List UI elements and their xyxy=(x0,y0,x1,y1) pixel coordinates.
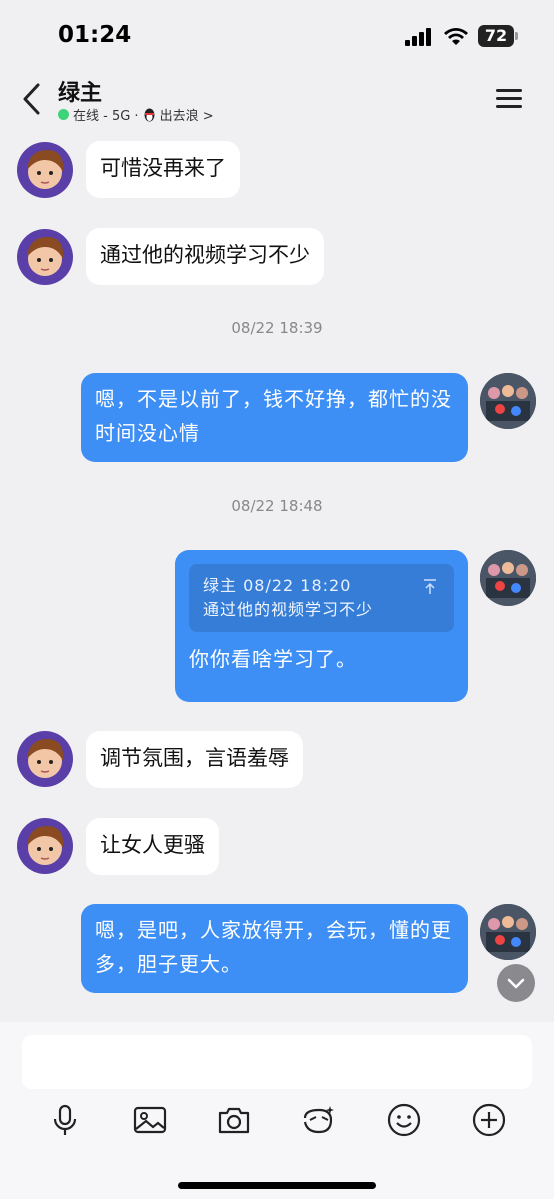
message-text: 可惜没再来了 xyxy=(100,156,226,180)
image-icon[interactable] xyxy=(132,1102,168,1138)
chat-header: 绿主 在线 - 5G · 出去浪 > xyxy=(0,70,554,130)
quote-text: 通过他的视频学习不少 xyxy=(203,600,374,619)
contact-status: 在线 - 5G · 出去浪 > xyxy=(58,105,214,124)
wifi-icon xyxy=(444,28,468,45)
online-dot-icon xyxy=(58,109,69,120)
message-bubble-incoming[interactable]: 调节氛围，言语羞辱 xyxy=(86,731,303,788)
message-bubble-outgoing[interactable]: 嗯，不是以前了，钱不好挣，都忙的没时间没心情 xyxy=(81,373,468,462)
my-avatar[interactable] xyxy=(480,373,536,429)
plus-icon[interactable] xyxy=(471,1102,507,1138)
sticker-icon[interactable] xyxy=(301,1102,337,1138)
status-bar: 01:24 72 xyxy=(0,0,554,70)
message-bubble-outgoing[interactable]: 嗯，是吧，人家放得开，会玩，懂的更多，胆子更大。 xyxy=(81,904,468,993)
my-avatar[interactable] xyxy=(480,904,536,960)
contact-avatar[interactable] xyxy=(17,229,73,285)
activity-status-text[interactable]: 出去浪 > xyxy=(160,105,214,124)
home-indicator[interactable] xyxy=(178,1182,376,1189)
cellular-signal-icon xyxy=(405,28,433,46)
battery-icon: 72 xyxy=(478,25,518,47)
message-text: 调节氛围，言语羞辱 xyxy=(100,746,289,770)
message-bubble-incoming[interactable]: 让女人更骚 xyxy=(86,818,219,875)
message-text: 你你看啥学习了。 xyxy=(189,647,357,671)
message-text: 让女人更骚 xyxy=(100,833,205,857)
message-text: 嗯，不是以前了，钱不好挣，都忙的没时间没心情 xyxy=(95,387,452,445)
message-bubble-incoming[interactable]: 可惜没再来了 xyxy=(86,141,240,198)
message-bubble-outgoing[interactable]: 绿主 08/22 18:20 通过他的视频学习不少 你你看啥学习了。 xyxy=(175,550,468,702)
status-time: 01:24 xyxy=(58,22,132,48)
message-timestamp: 08/22 18:48 xyxy=(231,497,323,515)
contact-avatar[interactable] xyxy=(17,818,73,874)
contact-avatar[interactable] xyxy=(17,731,73,787)
quote-author-time: 绿主 08/22 18:20 xyxy=(203,576,352,595)
message-text: 嗯，是吧，人家放得开，会玩，懂的更多，胆子更大。 xyxy=(95,918,452,976)
menu-icon[interactable] xyxy=(496,86,524,110)
penguin-icon xyxy=(144,108,155,121)
microphone-icon[interactable] xyxy=(47,1102,83,1138)
jump-to-quote-icon[interactable] xyxy=(422,578,438,596)
message-timestamp: 08/22 18:39 xyxy=(231,319,323,337)
scroll-to-bottom-button[interactable] xyxy=(497,964,535,1002)
message-input[interactable] xyxy=(22,1035,532,1089)
online-status-text: 在线 - 5G · xyxy=(73,109,139,124)
camera-icon[interactable] xyxy=(216,1102,252,1138)
contact-avatar[interactable] xyxy=(17,142,73,198)
quoted-message[interactable]: 绿主 08/22 18:20 通过他的视频学习不少 xyxy=(189,564,454,632)
message-bubble-incoming[interactable]: 通过他的视频学习不少 xyxy=(86,228,324,285)
contact-name[interactable]: 绿主 xyxy=(58,75,102,107)
emoji-icon[interactable] xyxy=(386,1102,422,1138)
chevron-down-icon xyxy=(507,978,525,989)
message-text: 通过他的视频学习不少 xyxy=(100,243,310,267)
input-bar xyxy=(0,1022,554,1199)
back-chevron-icon[interactable] xyxy=(18,82,46,116)
my-avatar[interactable] xyxy=(480,550,536,606)
